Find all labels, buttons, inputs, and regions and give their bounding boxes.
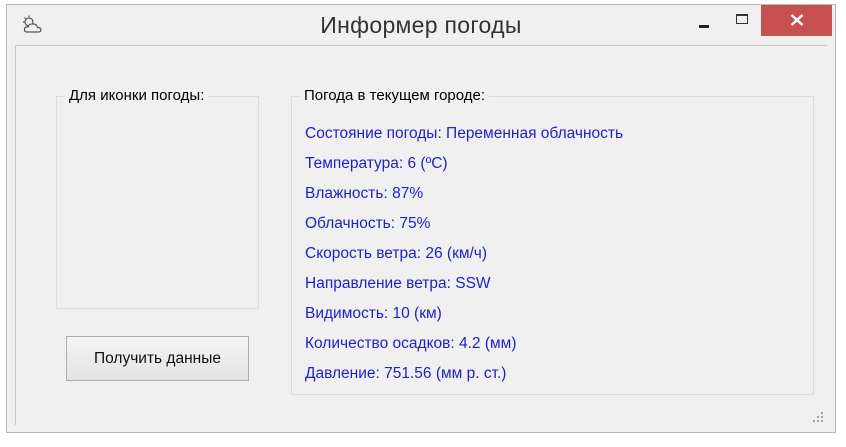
wind-direction-label: Направление ветра: SSW [305, 275, 491, 292]
title-bar[interactable]: Информер погоды [7, 5, 835, 45]
weather-info-list: Состояние погоды: Переменная облачность … [305, 124, 623, 394]
app-window: Информер погоды Для иконки погоды: Погод… [6, 4, 836, 433]
close-button[interactable] [761, 5, 832, 36]
minimize-button[interactable] [688, 5, 722, 37]
precipitation-label: Количество осадков: 4.2 (мм) [305, 335, 517, 352]
weather-condition-label: Состояние погоды: Переменная облачность [305, 125, 624, 142]
current-weather-group: Погода в текущем городе: Состояние погод… [291, 87, 814, 395]
maximize-button[interactable] [727, 5, 761, 37]
wind-speed-label: Скорость ветра: 26 (км/ч) [305, 245, 488, 262]
humidity-label: Влажность: 87% [305, 185, 424, 202]
weather-icon-group-label: Для иконки погоды: [65, 87, 209, 104]
temperature-label: Температура: 6 (ºC) [305, 155, 448, 172]
cloudiness-label: Облачность: 75% [305, 215, 431, 232]
weather-icon-group: Для иконки погоды: [56, 87, 259, 309]
minimize-icon [699, 25, 709, 28]
current-weather-group-label: Погода в текущем городе: [300, 87, 490, 104]
close-icon [790, 14, 804, 26]
maximize-icon [736, 14, 748, 24]
pressure-label: Давление: 751.56 (мм р. ст.) [305, 365, 507, 382]
resize-grip-icon[interactable] [812, 410, 824, 422]
client-area: Для иконки погоды: Погода в текущем горо… [15, 45, 827, 425]
visibility-label: Видимость: 10 (км) [305, 305, 442, 322]
get-data-button[interactable]: Получить данные [66, 336, 249, 381]
